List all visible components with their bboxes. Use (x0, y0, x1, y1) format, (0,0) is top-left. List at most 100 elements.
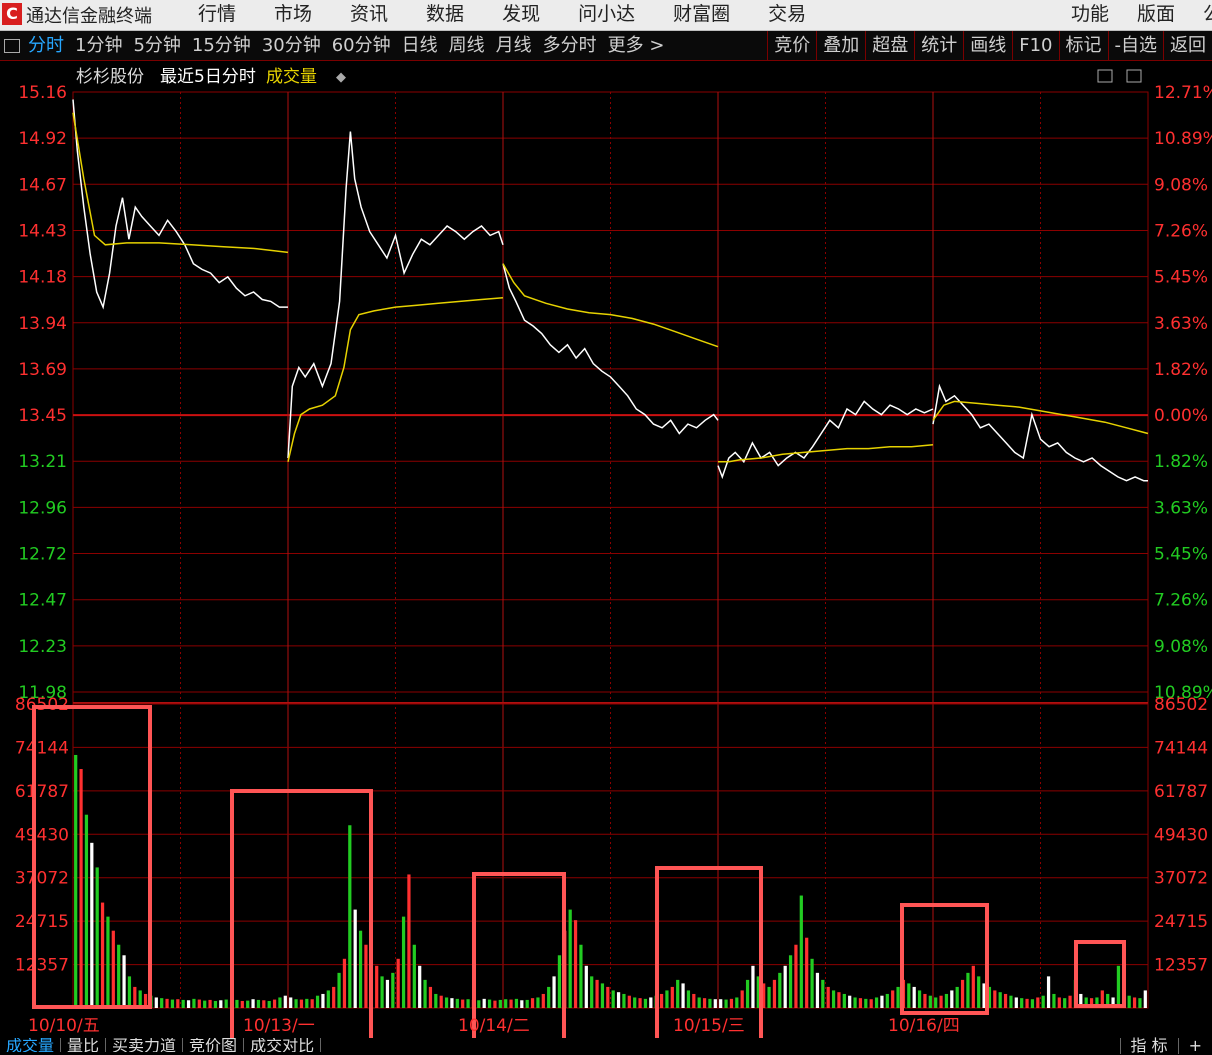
volume-bar (1009, 996, 1012, 1008)
volume-bar (257, 1000, 260, 1008)
indicator-tab-3[interactable]: 竞价图 (183, 1038, 244, 1052)
volume-bar (74, 755, 77, 1008)
volume-bar (633, 997, 636, 1008)
indicator-tab-1[interactable]: 量比 (61, 1038, 106, 1052)
volume-bar (692, 994, 695, 1008)
menu-item-1[interactable]: 市场 (274, 0, 312, 28)
period-tab-10[interactable]: 更多 > (608, 31, 665, 60)
volume-bar (203, 1001, 206, 1008)
volume-bar (305, 999, 308, 1008)
volume-tick-left: 37072 (15, 869, 69, 889)
period-tab-5[interactable]: 60分钟 (332, 31, 391, 60)
volume-bar (1063, 998, 1066, 1008)
tool-button-1[interactable]: 叠加 (816, 31, 865, 60)
app-title: 通达信金融终端 (26, 2, 152, 28)
y-tick-left: 13.94 (18, 314, 67, 334)
period-tab-2[interactable]: 5分钟 (133, 31, 180, 60)
main-menu: 行情 市场 资讯 数据 发现 问小达 财富圈 交易 (198, 0, 844, 28)
indicator-tab-4[interactable]: 成交对比 (244, 1038, 321, 1052)
volume-bar (891, 990, 894, 1008)
volume-bar (1128, 996, 1131, 1008)
indicator-tab-2[interactable]: 买卖力道 (106, 1038, 183, 1052)
menu-item-6[interactable]: 财富圈 (673, 0, 730, 28)
volume-bar (617, 992, 620, 1008)
menu-item-3[interactable]: 数据 (426, 0, 464, 28)
volume-bar (853, 997, 856, 1008)
volume-bar (703, 998, 706, 1008)
volume-bar (1015, 997, 1018, 1008)
x-tick-label: 10/14/二 (458, 1016, 530, 1036)
menu-right-item-0[interactable]: 功能 (1071, 0, 1109, 28)
period-tab-4[interactable]: 30分钟 (262, 31, 321, 60)
menu-item-7[interactable]: 交易 (768, 0, 806, 28)
tool-button-8[interactable]: 返回 (1163, 31, 1212, 60)
toggle-icon[interactable]: ◆ (336, 70, 346, 85)
period-tab-8[interactable]: 月线 (496, 31, 532, 60)
volume-bar (821, 980, 824, 1008)
period-tab-1[interactable]: 1分钟 (75, 31, 122, 60)
volume-bar (499, 1000, 502, 1008)
volume-bar (827, 987, 830, 1008)
volume-bar (208, 1000, 211, 1008)
y-tick-right: 3.63% (1154, 314, 1208, 334)
expand-icon[interactable] (1098, 70, 1112, 82)
volume-bar (413, 945, 416, 1008)
volume-bar (214, 1001, 217, 1008)
panel-toggle-icon[interactable] (4, 39, 20, 53)
menu-right-item-2[interactable]: 公 (1203, 0, 1212, 28)
menu-item-5[interactable]: 问小达 (578, 0, 635, 28)
volume-bar (391, 973, 394, 1008)
volume-bar (423, 980, 426, 1008)
volume-bar (880, 996, 883, 1008)
tool-button-0[interactable]: 竞价 (767, 31, 816, 60)
volume-bar (488, 1000, 491, 1008)
menu-right-item-1[interactable]: 版面 (1137, 0, 1175, 28)
intraday-chart[interactable]: 15.1614.9214.6714.4314.1813.9413.6913.45… (0, 60, 1212, 1038)
menu-item-2[interactable]: 资讯 (350, 0, 388, 28)
volume-bar (585, 966, 588, 1008)
menu-item-4[interactable]: 发现 (502, 0, 540, 28)
period-tab-6[interactable]: 日线 (402, 31, 438, 60)
tool-button-5[interactable]: F10 (1012, 31, 1058, 60)
x-tick-label: 10/15/三 (673, 1016, 745, 1036)
volume-bar (724, 1000, 727, 1008)
volume-bar (730, 999, 733, 1008)
volume-bar (595, 980, 598, 1008)
y-tick-left: 14.67 (18, 175, 67, 195)
volume-bar (1052, 994, 1055, 1008)
tool-button-2[interactable]: 超盘 (865, 31, 914, 60)
y-tick-right: 10.89% (1154, 129, 1212, 149)
tool-button-3[interactable]: 统计 (914, 31, 963, 60)
volume-bar (235, 1000, 238, 1008)
volume-bar (1020, 998, 1023, 1008)
volume-bar (929, 996, 932, 1008)
period-tab-9[interactable]: 多分时 (543, 31, 597, 60)
volume-bar (192, 999, 195, 1008)
volume-tick-right: 24715 (1154, 912, 1208, 932)
y-tick-left: 14.43 (18, 221, 67, 241)
volume-bar (450, 998, 453, 1008)
menu-item-0[interactable]: 行情 (198, 0, 236, 28)
volume-bar (950, 990, 953, 1008)
volume-bar (112, 931, 115, 1008)
volume-bar (875, 997, 878, 1008)
window-icon[interactable] (1127, 70, 1141, 82)
period-tab-0[interactable]: 分时 (28, 31, 64, 60)
volume-bar (676, 980, 679, 1008)
volume-bar (477, 1000, 480, 1008)
volume-bar (515, 999, 518, 1008)
tool-button-6[interactable]: 标记 (1059, 31, 1108, 60)
price-series-line (288, 132, 503, 458)
volume-bar (1004, 994, 1007, 1008)
period-tab-3[interactable]: 15分钟 (192, 31, 251, 60)
volume-bar (751, 966, 754, 1008)
tool-button-4[interactable]: 画线 (963, 31, 1012, 60)
indicator-tab-0[interactable]: 成交量 (0, 1038, 61, 1052)
y-tick-right: 0.00% (1154, 406, 1208, 426)
volume-bar (837, 992, 840, 1008)
volume-bar (273, 1000, 276, 1008)
tool-button-7[interactable]: -自选 (1108, 31, 1164, 60)
period-tab-7[interactable]: 周线 (449, 31, 485, 60)
y-tick-left: 12.96 (18, 498, 67, 518)
y-tick-right: 7.26% (1154, 591, 1208, 611)
